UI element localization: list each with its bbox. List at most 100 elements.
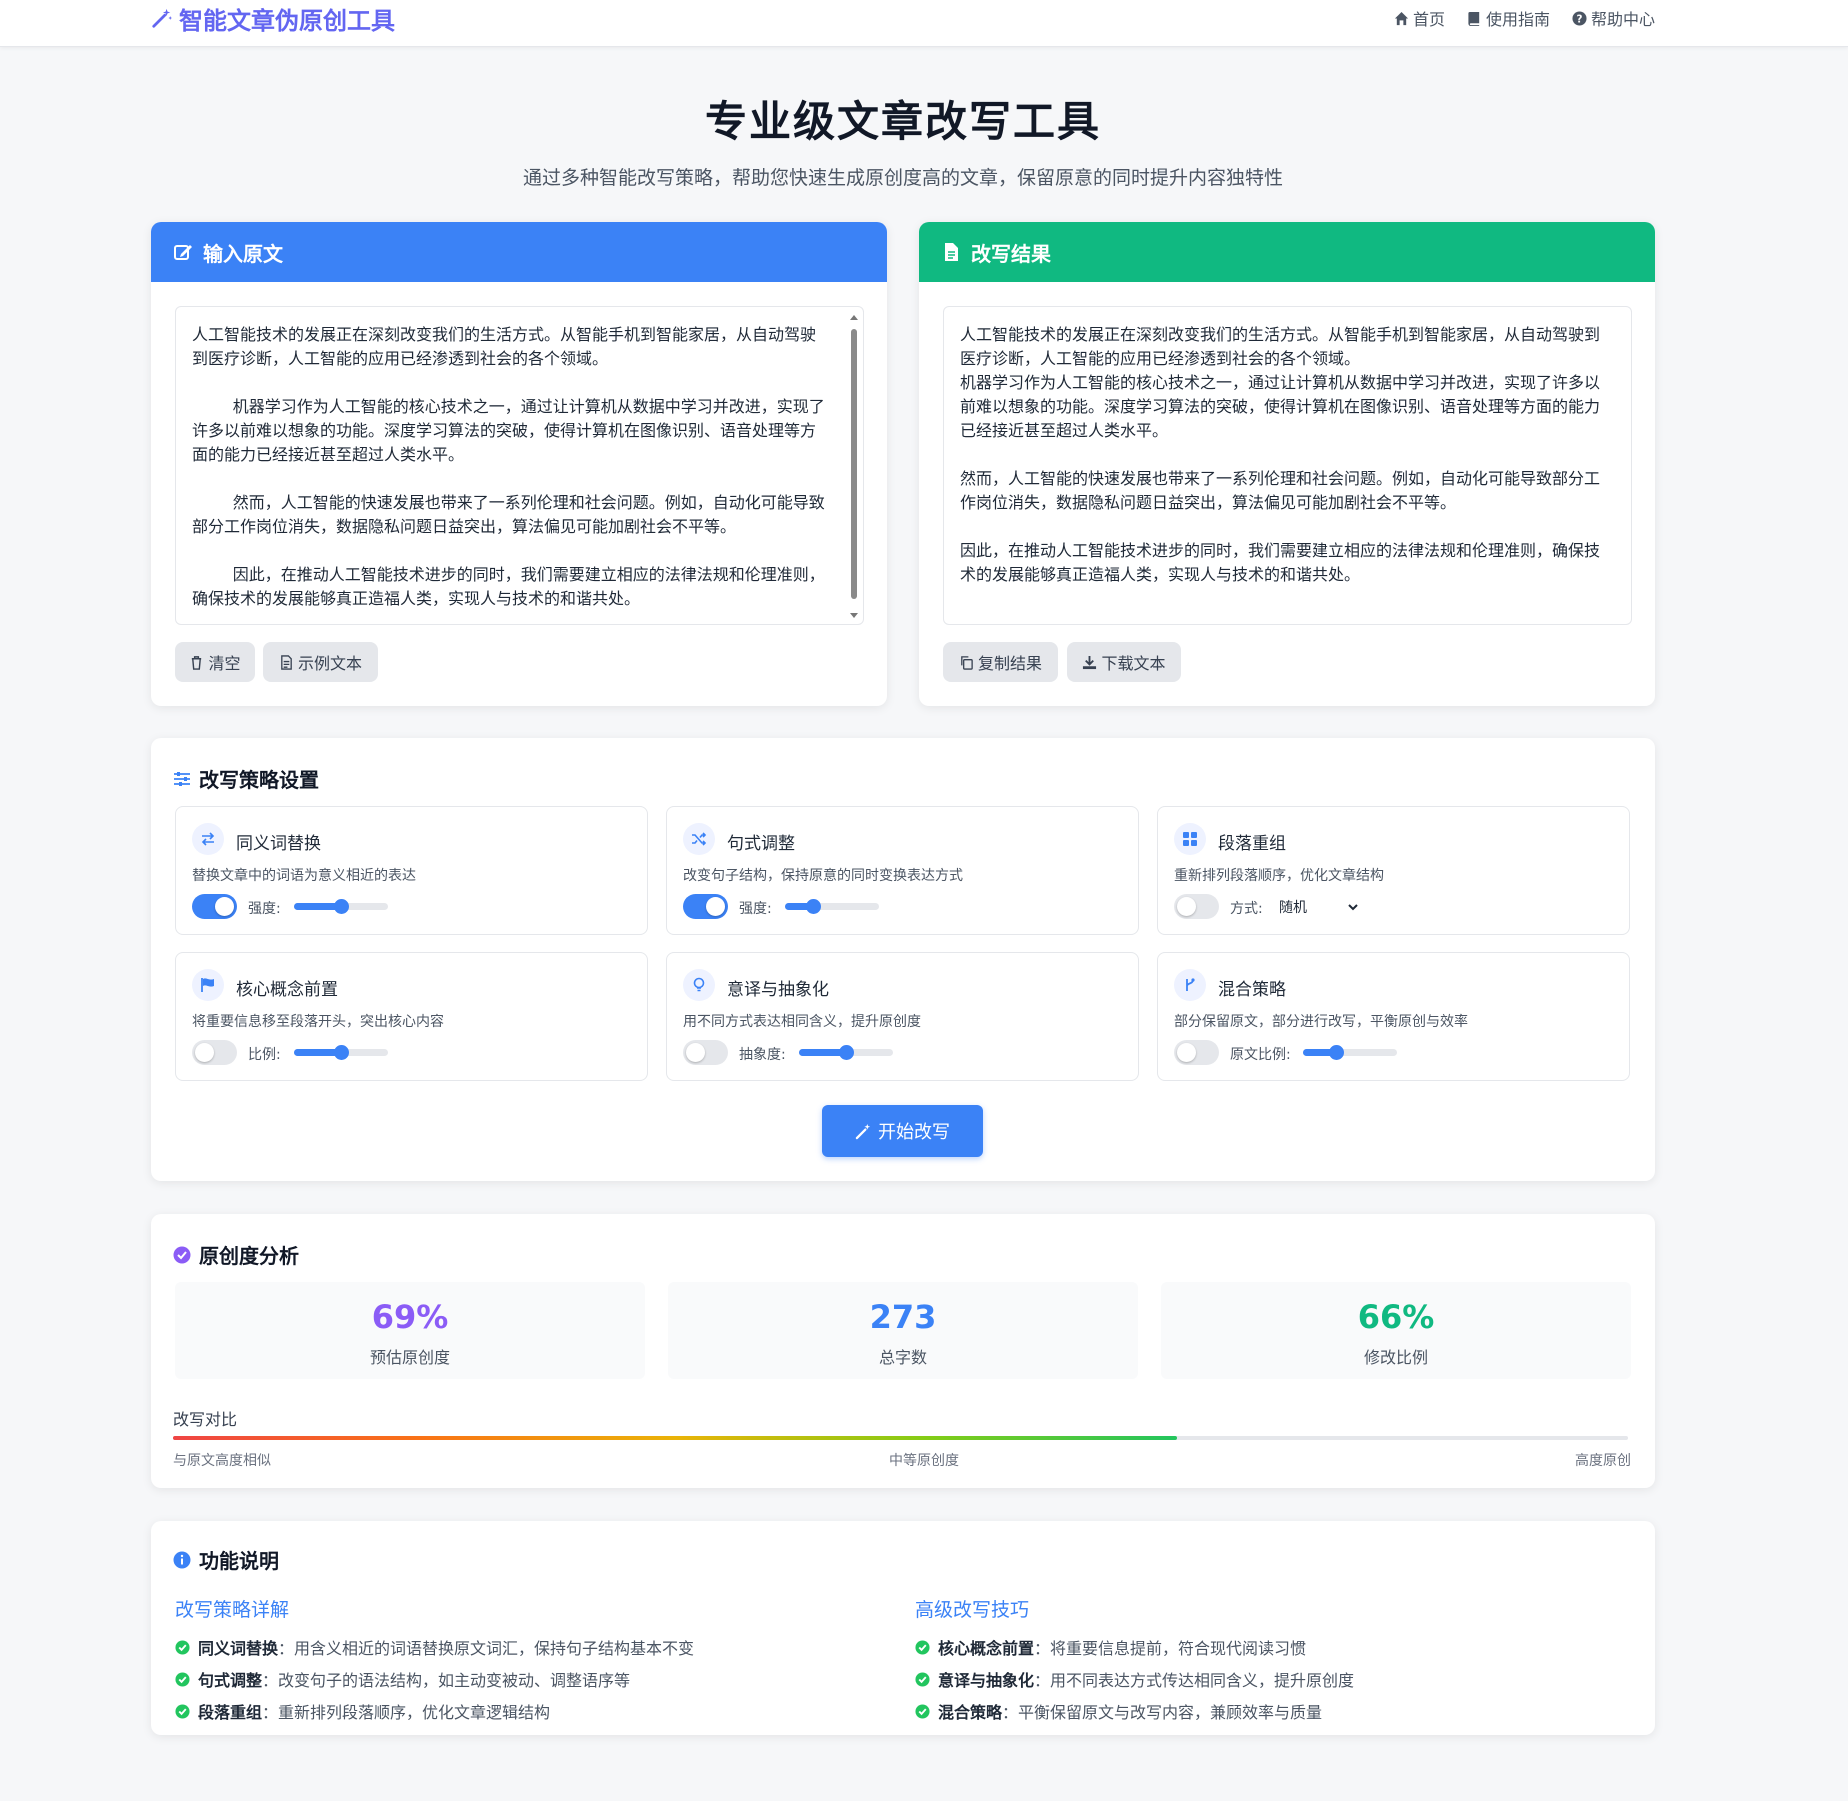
scroll-thumb[interactable] xyxy=(851,329,857,599)
sample-text-button-label: 示例文本 xyxy=(297,654,362,673)
list-item: 段落重组：重新排列段落顺序，优化文章逻辑结构 xyxy=(175,1695,694,1727)
features-title: 功能说明 xyxy=(173,1545,279,1574)
original-text-input[interactable]: 人工智能技术的发展正在深刻改变我们的生活方式。从智能手机到智能家居，从自动驾驶到… xyxy=(175,306,864,625)
originality-progress-bar xyxy=(173,1436,1628,1440)
card-description: 改变句子结构，保持原意的同时变换表达方式 xyxy=(683,868,963,884)
check-circle-icon xyxy=(175,1671,190,1687)
progress-fill xyxy=(173,1436,1177,1440)
scale-label-high: 高度原创 xyxy=(1575,1453,1631,1469)
nav-guide[interactable]: 使用指南 xyxy=(1467,6,1550,30)
edit-icon xyxy=(174,245,192,260)
list-item-text: 段落重组：重新排列段落顺序，优化文章逻辑结构 xyxy=(198,1699,550,1723)
strategy-settings-title: 改写策略设置 xyxy=(173,764,319,793)
original-text: 人工智能技术的发展正在深刻改变我们的生活方式。从智能手机到智能家居，从自动驾驶到… xyxy=(192,325,825,608)
card-title: 同义词替换 xyxy=(236,834,321,854)
nav-help[interactable]: ? 帮助中心 xyxy=(1572,6,1655,30)
strategy-toggle[interactable] xyxy=(192,1040,237,1065)
stat-label: 预估原创度 xyxy=(369,1348,450,1367)
card-icon-wrap xyxy=(192,969,224,1001)
list-item-text: 核心概念前置：将重要信息提前，符合现代阅读习惯 xyxy=(938,1635,1306,1659)
features-column-title: 改写策略详解 xyxy=(175,1599,290,1621)
textarea-scrollbar[interactable] xyxy=(849,315,859,618)
check-circle-icon xyxy=(175,1703,190,1719)
card-description: 将重要信息移至段落开头，突出核心内容 xyxy=(192,1014,444,1030)
copy-result-button-label: 复制结果 xyxy=(977,654,1042,673)
copy-result-button[interactable]: 复制结果 xyxy=(943,642,1058,682)
stat-value: 69% xyxy=(371,1298,449,1336)
top-navbar: 智能文章伪原创工具 首页 使用指南 ? 帮助中心 xyxy=(0,0,1848,47)
copy-icon xyxy=(961,655,973,670)
features-title-text: 功能说明 xyxy=(199,1549,279,1573)
select-value: 随机 xyxy=(1279,900,1307,916)
toggle-knob xyxy=(1177,897,1196,916)
page-title: 专业级文章改写工具 xyxy=(704,97,1101,146)
strategy-toggle[interactable] xyxy=(192,894,237,919)
originality-analysis-panel: 原创度分析 69% 预估原创度 273 总字数 66% 修改比例 改写对比 与原… xyxy=(151,1214,1655,1488)
item-term: 段落重组 xyxy=(198,1703,263,1722)
start-rewrite-button[interactable]: 开始改写 xyxy=(822,1105,983,1157)
scroll-up-arrow-icon[interactable] xyxy=(850,315,858,320)
card-title: 意译与抽象化 xyxy=(727,980,829,1000)
slider-thumb[interactable] xyxy=(806,899,822,914)
strategy-settings-panel: 改写策略设置 同义词替换 替换文章中的词语为意义相近的表达 强度: 句式调整 改… xyxy=(151,738,1655,1181)
trash-icon xyxy=(192,655,202,670)
control-label: 强度: xyxy=(739,901,772,917)
stat-modification-ratio: 66% 修改比例 xyxy=(1161,1282,1631,1379)
grid-icon xyxy=(1183,832,1197,846)
reorder-mode-select[interactable]: 随机 xyxy=(1279,895,1359,919)
check-badge-icon xyxy=(173,1246,191,1263)
flag-icon xyxy=(201,978,214,992)
sample-text-button[interactable]: 示例文本 xyxy=(263,642,378,682)
item-term: 同义词替换 xyxy=(198,1639,279,1658)
strategy-card-core-concept: 核心概念前置 将重要信息移至段落开头，突出核心内容 比例: xyxy=(175,952,648,1081)
info-icon xyxy=(173,1551,191,1568)
result-panel-title: 改写结果 xyxy=(971,241,1051,266)
strategy-toggle[interactable] xyxy=(683,1040,728,1065)
list-item: 核心概念前置：将重要信息提前，符合现代阅读习惯 xyxy=(915,1631,1354,1663)
intensity-slider[interactable] xyxy=(294,899,388,914)
brand-logo[interactable]: 智能文章伪原创工具 xyxy=(151,2,395,35)
slider-thumb[interactable] xyxy=(839,1045,854,1060)
card-icon-wrap xyxy=(683,969,715,1001)
toggle-knob xyxy=(195,1043,214,1062)
control-label: 比例: xyxy=(248,1047,281,1063)
result-panel: 改写结果 人工智能技术的发展正在深刻改变我们的生活方式。从智能手机到智能家居，从… xyxy=(919,222,1655,706)
slider-thumb[interactable] xyxy=(334,899,349,914)
clear-button[interactable]: 清空 xyxy=(175,642,255,682)
download-text-button[interactable]: 下载文本 xyxy=(1067,642,1181,682)
control-label: 强度: xyxy=(248,901,281,917)
toggle-knob xyxy=(1177,1043,1196,1062)
strategy-toggle[interactable] xyxy=(1174,1040,1219,1065)
strategy-toggle[interactable] xyxy=(1174,894,1219,919)
input-panel-title: 输入原文 xyxy=(203,241,283,266)
original-ratio-slider[interactable] xyxy=(1303,1045,1397,1060)
card-title: 混合策略 xyxy=(1218,980,1286,1000)
nav-home[interactable]: 首页 xyxy=(1394,6,1445,30)
scale-label-low: 与原文高度相似 xyxy=(173,1453,271,1469)
item-desc: ：用含义相近的词语替换原文词汇，保持句子结构基本不变 xyxy=(278,1639,695,1658)
stat-word-count: 273 总字数 xyxy=(668,1282,1138,1379)
swap-icon xyxy=(201,832,215,846)
intensity-slider[interactable] xyxy=(785,899,879,914)
stat-originality: 69% 预估原创度 xyxy=(175,1282,645,1379)
svg-text:?: ? xyxy=(1576,13,1582,25)
slider-thumb[interactable] xyxy=(334,1045,349,1060)
branch-icon xyxy=(1186,978,1195,991)
chevron-down-icon xyxy=(1348,904,1358,911)
strategy-toggle[interactable] xyxy=(683,894,728,919)
input-panel: 输入原文 人工智能技术的发展正在深刻改变我们的生活方式。从智能手机到智能家居，从… xyxy=(151,222,887,706)
stat-label: 总字数 xyxy=(878,1348,927,1367)
scroll-down-arrow-icon[interactable] xyxy=(850,613,858,618)
slider-thumb[interactable] xyxy=(1328,1045,1344,1060)
ratio-slider[interactable] xyxy=(294,1045,388,1060)
magic-wand-icon xyxy=(855,1123,871,1139)
check-circle-icon xyxy=(175,1639,190,1655)
card-description: 用不同方式表达相同含义，提升原创度 xyxy=(683,1014,921,1030)
abstraction-slider[interactable] xyxy=(799,1045,893,1060)
question-icon: ? xyxy=(1572,10,1587,26)
toggle-knob xyxy=(706,897,725,916)
list-item-text: 混合策略：平衡保留原文与改写内容，兼顾效率与质量 xyxy=(938,1699,1322,1723)
item-term: 核心概念前置 xyxy=(938,1639,1035,1658)
lightbulb-icon xyxy=(693,977,705,992)
scale-label-mid: 中等原创度 xyxy=(889,1453,959,1469)
